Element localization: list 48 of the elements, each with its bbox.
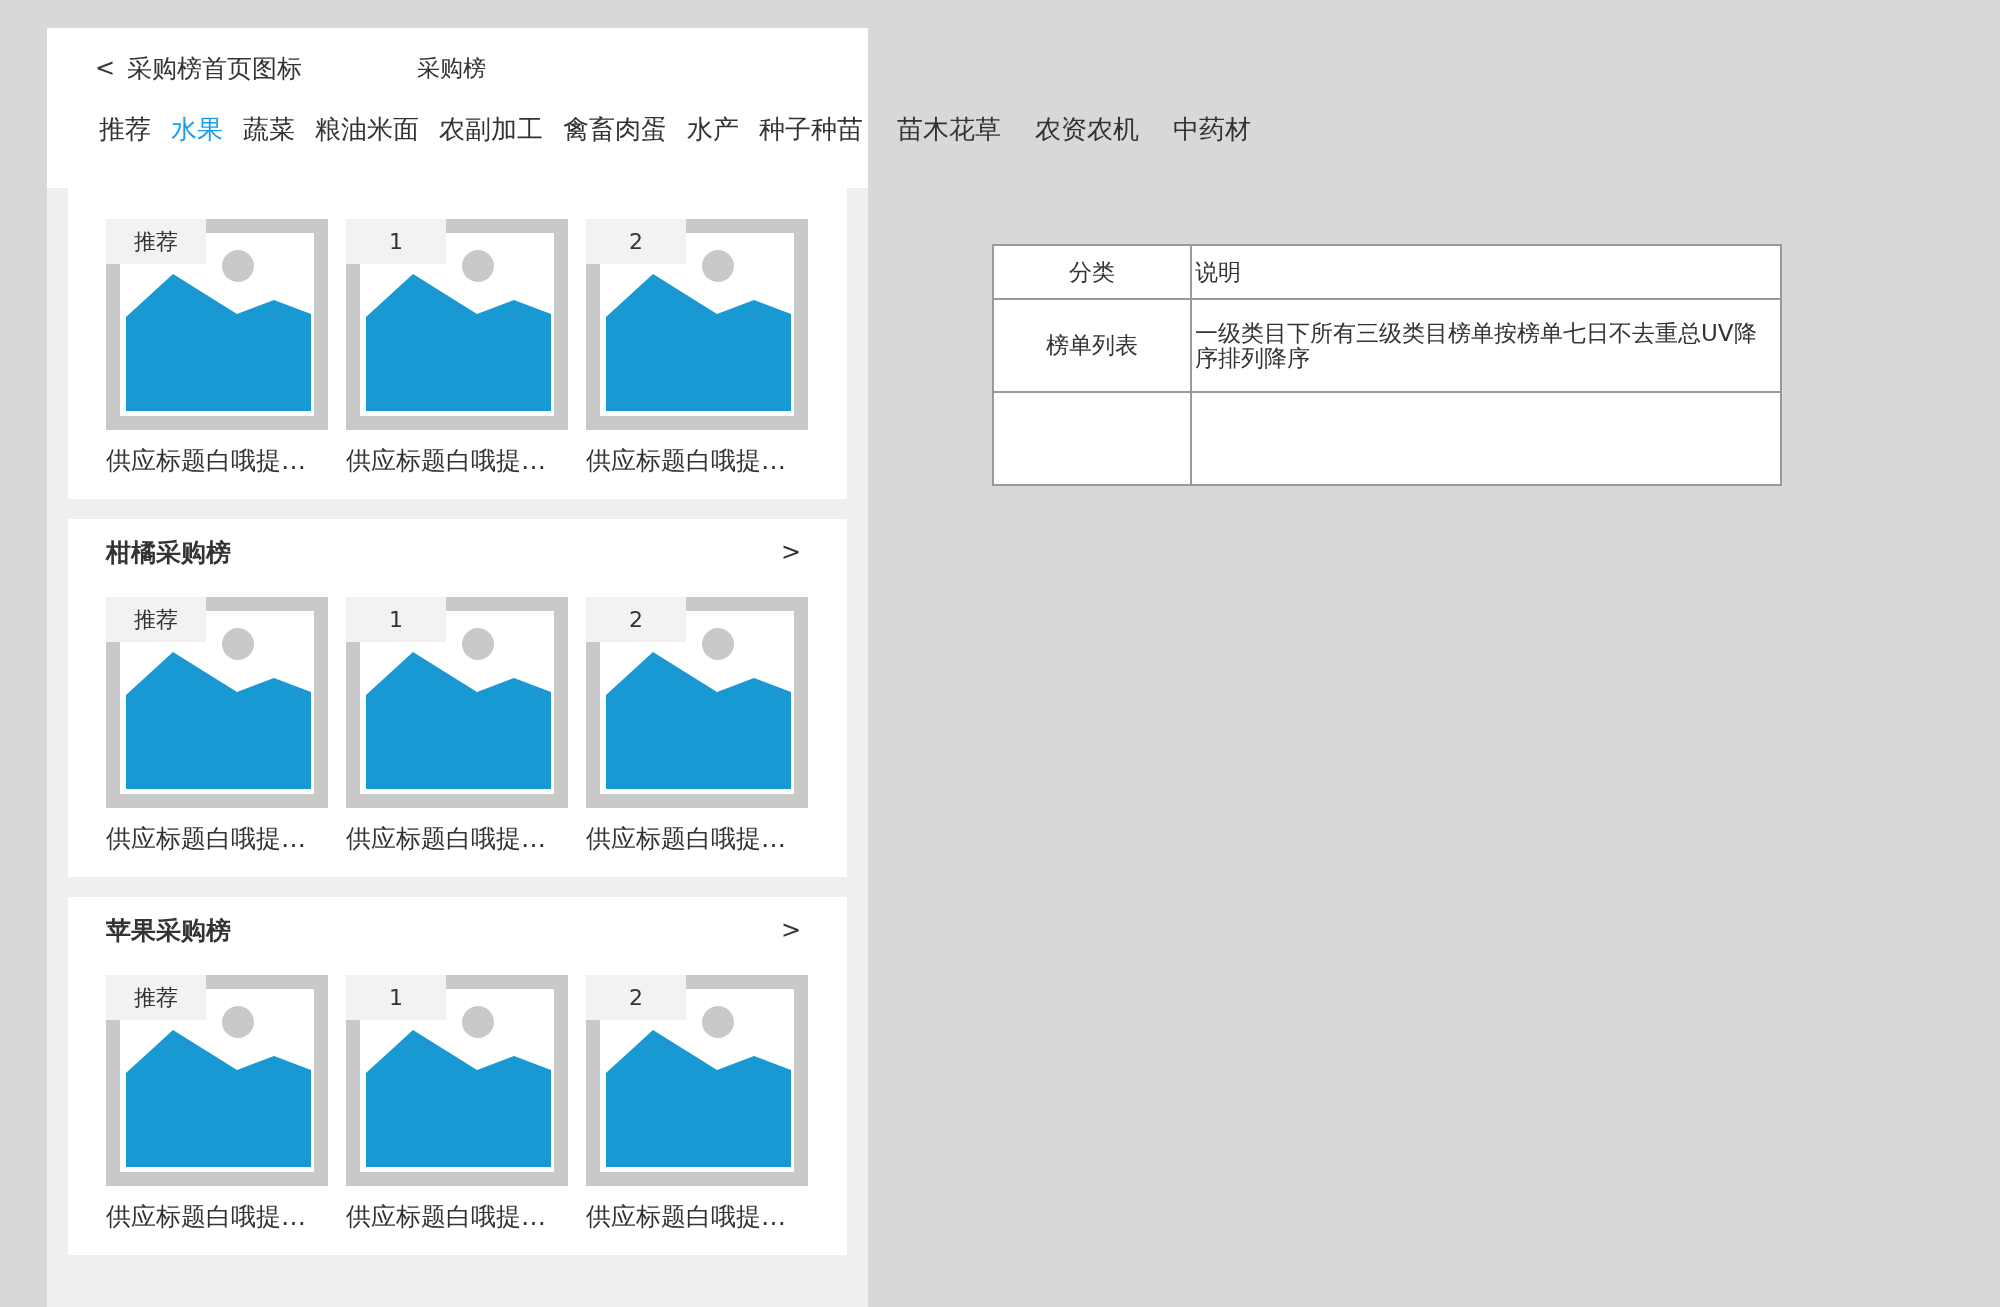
section-title: 柑橘采购榜 bbox=[106, 536, 231, 569]
product-caption[interactable]: 供应标题白哦提… bbox=[346, 822, 568, 855]
rank-badge: 2 bbox=[586, 219, 686, 264]
image-placeholder-icon bbox=[106, 219, 328, 430]
image-placeholder-icon bbox=[346, 219, 568, 430]
category-tab[interactable]: 蔬菜 bbox=[237, 108, 301, 151]
image-placeholder-icon bbox=[346, 975, 568, 1186]
image-placeholder-icon bbox=[346, 597, 568, 808]
product-caption[interactable]: 供应标题白哦提… bbox=[586, 444, 808, 477]
header-cell: 说明 bbox=[1191, 245, 1781, 299]
rank-badge: 推荐 bbox=[106, 597, 206, 642]
back-button[interactable]: < bbox=[95, 54, 127, 82]
page-title: 采购榜首页图标 bbox=[127, 52, 303, 85]
rank-badge: 推荐 bbox=[106, 219, 206, 264]
rank-badge: 2 bbox=[586, 597, 686, 642]
category-tab[interactable]: 苗木花草 bbox=[891, 108, 1007, 151]
product-caption[interactable]: 供应标题白哦提… bbox=[106, 1200, 328, 1233]
rank-badge: 2 bbox=[586, 975, 686, 1020]
page-subtitle: 采购榜 bbox=[417, 53, 486, 83]
product-caption[interactable]: 供应标题白哦提… bbox=[106, 822, 328, 855]
category-tab[interactable]: 农副加工 bbox=[433, 108, 549, 151]
category-tab[interactable]: 推荐 bbox=[93, 108, 157, 151]
product-caption[interactable]: 供应标题白哦提… bbox=[346, 444, 568, 477]
rank-badge: 1 bbox=[346, 597, 446, 642]
product-caption[interactable]: 供应标题白哦提… bbox=[586, 1200, 808, 1233]
image-placeholder-icon bbox=[106, 975, 328, 1186]
rank-badge: 推荐 bbox=[106, 975, 206, 1020]
category-tab[interactable]: 水产 bbox=[681, 108, 745, 151]
category-tab[interactable]: 粮油米面 bbox=[309, 108, 425, 151]
section-title: 苹果采购榜 bbox=[106, 914, 231, 947]
more-link[interactable]: > bbox=[780, 538, 801, 566]
product-caption[interactable]: 供应标题白哦提… bbox=[586, 822, 808, 855]
category-tab[interactable]: 中药材 bbox=[1167, 108, 1257, 151]
more-link[interactable]: > bbox=[780, 916, 801, 944]
rank-badge: 1 bbox=[346, 975, 446, 1020]
rank-badge: 1 bbox=[346, 219, 446, 264]
category-tab[interactable]: 农资农机 bbox=[1029, 108, 1145, 151]
table-cell: 一级类目下所有三级类目榜单按榜单七日不去重总UV降序排列降序 bbox=[1191, 299, 1781, 392]
product-caption[interactable]: 供应标题白哦提… bbox=[106, 444, 328, 477]
table-cell: 榜单列表 bbox=[993, 299, 1191, 392]
image-placeholder-icon bbox=[586, 219, 808, 430]
category-tab[interactable]: 禽畜肉蛋 bbox=[557, 108, 673, 151]
image-placeholder-icon bbox=[586, 975, 808, 1186]
image-placeholder-icon bbox=[106, 597, 328, 808]
image-placeholder-icon bbox=[586, 597, 808, 808]
category-tab[interactable]: 种子种苗 bbox=[753, 108, 869, 151]
product-caption[interactable]: 供应标题白哦提… bbox=[346, 1200, 568, 1233]
header-cell: 分类 bbox=[993, 245, 1191, 299]
